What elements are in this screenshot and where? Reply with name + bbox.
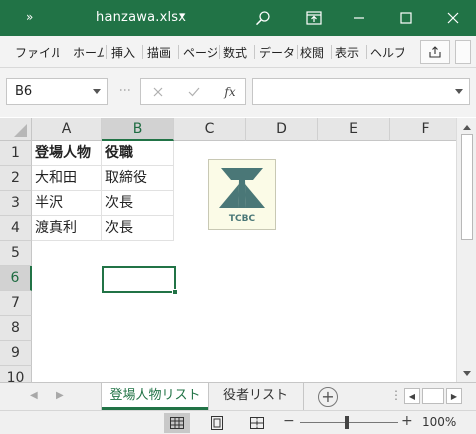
column-header-a[interactable]: A [32,118,102,141]
maximize-icon[interactable] [383,0,429,36]
vertical-scrollbar[interactable] [456,118,476,382]
page-break-preview-icon[interactable] [244,413,270,433]
selected-cell-b6[interactable] [102,266,176,293]
row-header-7[interactable]: 7 [0,291,32,316]
column-header-e[interactable]: E [318,118,390,141]
title-dropdown-icon[interactable]: ▾ [180,11,185,21]
ribbon-separator [331,45,332,59]
column-header-d[interactable]: D [246,118,318,141]
cell-a1[interactable]: 登場人物 [32,141,102,166]
tab-file[interactable]: ファイル [15,44,59,61]
scroll-up-icon[interactable] [461,121,473,133]
ribbon-tabs: ファイル ホーム 挿入 描画 ページ 数式 データ 校閲 表示 ヘルプ [0,36,476,68]
ribbon-separator [219,45,220,59]
logo-text: TCBC [229,214,256,224]
column-header-f[interactable]: F [390,118,456,141]
insert-function-icon[interactable]: fx [217,82,243,102]
sheet-tab-actors[interactable]: 役者リスト [208,383,304,410]
tab-page-layout[interactable]: ページ [183,44,217,61]
zoom-slider[interactable] [300,422,398,423]
quick-access-more-icon[interactable]: » [26,10,33,24]
cell-b2[interactable]: 取締役 [102,166,174,191]
ribbon-separator [106,45,107,59]
tab-splitter-icon[interactable]: ⋮ [390,388,402,402]
title-bar: » hanzawa.xlsx ▾ [0,0,476,36]
tab-scroll-right-icon[interactable]: ▶ [56,390,64,401]
ribbon-separator [297,45,298,59]
ribbon-separator [178,45,179,59]
worksheet-grid[interactable]: A B C D E F 1 2 3 4 5 6 7 8 9 10 登場人物 役職大… [0,118,456,382]
hscroll-right-icon[interactable]: ▶ [446,388,462,404]
minimize-icon[interactable] [336,0,382,36]
row-header-5[interactable]: 5 [0,241,32,266]
row-header-9[interactable]: 9 [0,341,32,366]
cancel-icon[interactable] [145,82,171,102]
cell-b3[interactable]: 次長 [102,191,174,216]
enter-check-icon[interactable] [181,82,207,102]
tab-view[interactable]: 表示 [335,44,363,61]
share-icon [429,46,441,58]
row-header-1[interactable]: 1 [0,141,32,166]
tab-home[interactable]: ホーム [73,44,104,61]
tcbc-logo-image[interactable]: TCBC [208,159,276,230]
cell-a2[interactable]: 大和田 [32,166,102,191]
cell-b1[interactable]: 役職 [102,141,174,166]
formula-input[interactable] [252,78,470,105]
column-header-c[interactable]: C [174,118,246,141]
hscroll-left-icon[interactable]: ◀ [404,388,420,404]
tab-scroll-left-icon[interactable]: ◀ [30,390,38,401]
ribbon-separator [366,45,367,59]
page-layout-view-icon[interactable] [204,413,230,433]
tab-help[interactable]: ヘルプ [370,44,404,61]
zoom-level[interactable]: 100% [422,415,456,429]
tab-insert[interactable]: 挿入 [111,44,139,61]
row-header-10[interactable]: 10 [0,366,32,382]
name-box[interactable]: B6 [6,78,108,105]
row-header-4[interactable]: 4 [0,216,32,241]
ribbon-display-options-icon[interactable] [291,0,337,36]
cell-a4[interactable]: 渡真利 [32,216,102,241]
row-header-6[interactable]: 6 [0,266,32,291]
select-all-corner[interactable] [0,118,32,141]
name-box-dropdown-icon[interactable] [93,89,101,94]
zoom-slider-thumb[interactable] [345,416,349,429]
zoom-out-button[interactable]: − [283,413,295,429]
scroll-down-icon[interactable] [461,367,473,379]
close-icon[interactable] [430,0,476,36]
column-header-b[interactable]: B [102,118,174,141]
tab-formulas[interactable]: 数式 [223,44,251,61]
sheet-tab-bar: ◀ ▶ 登場人物リスト 役者リスト + ⋮ ◀ ▶ [0,382,476,410]
normal-view-icon[interactable] [164,413,190,433]
row-header-8[interactable]: 8 [0,316,32,341]
add-sheet-icon[interactable]: + [318,387,338,407]
tab-review[interactable]: 校閲 [300,44,328,61]
search-icon[interactable] [240,0,286,36]
fill-handle[interactable] [172,289,178,295]
vertical-scroll-thumb[interactable] [461,134,473,240]
row-header-2[interactable]: 2 [0,166,32,191]
name-box-value: B6 [15,84,33,99]
window-title: hanzawa.xlsx [96,10,187,25]
ribbon-separator [142,45,143,59]
tab-draw[interactable]: 描画 [147,44,175,61]
cell-b4[interactable]: 次長 [102,216,174,241]
share-button[interactable] [420,40,450,64]
status-bar: − + 100% [0,410,476,434]
sheet-tab-characters[interactable]: 登場人物リスト [102,383,208,410]
cell-a3[interactable]: 半沢 [32,191,102,216]
hscroll-thumb[interactable] [422,388,444,404]
ribbon-separator [254,45,255,59]
ribbon-collapse-button[interactable] [455,40,471,64]
expand-formula-bar-icon[interactable] [455,89,463,94]
row-header-3[interactable]: 3 [0,191,32,216]
tab-data[interactable]: データ [259,44,295,61]
formula-buttons: fx [140,78,246,105]
formula-bar-splitter-icon[interactable]: ⋮ [118,84,132,96]
zoom-in-button[interactable]: + [401,413,413,429]
formula-bar-area: B6 ⋮ fx [0,68,476,117]
